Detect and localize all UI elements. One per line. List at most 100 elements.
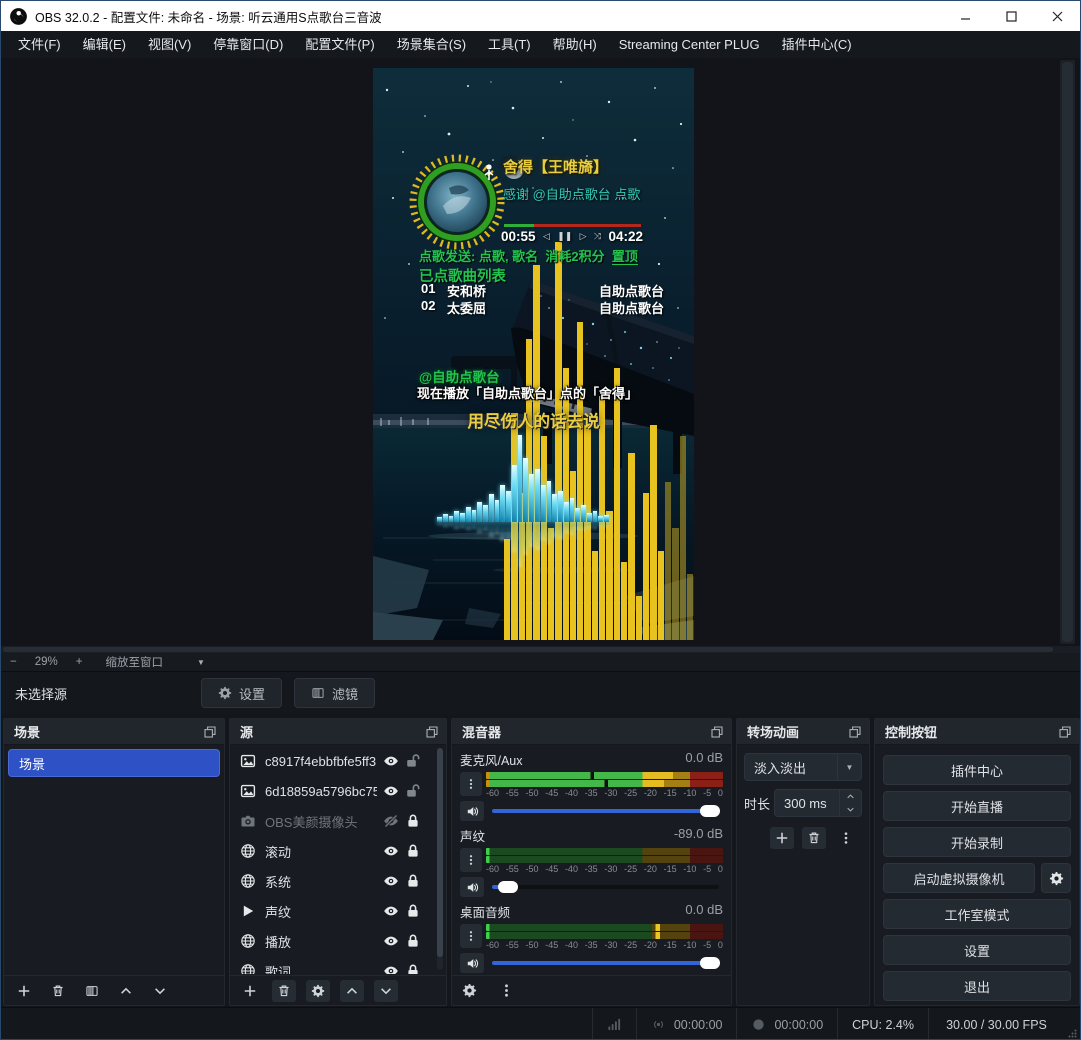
scene-item-selected[interactable]: 场景 (8, 749, 220, 777)
visible-icon[interactable] (383, 963, 399, 974)
duration-spinner[interactable]: 300 ms (774, 789, 862, 817)
scene-down-button[interactable] (148, 980, 172, 1002)
volume-slider[interactable] (492, 804, 719, 818)
resize-grip[interactable] (1064, 1008, 1080, 1040)
menu-profile[interactable]: 配置文件(P) (294, 31, 385, 58)
settings-button[interactable]: 设置 (883, 935, 1071, 965)
channel-options-button[interactable] (460, 924, 482, 948)
visible-icon[interactable] (383, 873, 399, 889)
studio-mode-button[interactable]: 工作室模式 (883, 899, 1071, 929)
scrollbar-thumb[interactable] (437, 748, 443, 957)
visible-icon[interactable] (383, 843, 399, 859)
visible-icon[interactable] (383, 753, 399, 769)
source-row[interactable]: 滚动 (230, 836, 446, 866)
locked-icon[interactable] (405, 873, 421, 889)
menu-file[interactable]: 文件(F) (7, 31, 72, 58)
hidden-icon[interactable] (383, 813, 399, 829)
program-video[interactable]: 舍得【王唯旖】 感谢 @自助点歌台 点歌 00:55 ◁ ❚❚ ▷ ⤨ 04:2… (373, 68, 694, 640)
start-recording-button[interactable]: 开始录制 (883, 827, 1071, 857)
zoom-fit-select[interactable]: 缩放至窗口 (105, 654, 163, 670)
locked-icon[interactable] (405, 813, 421, 829)
advanced-audio-icon[interactable] (462, 983, 477, 998)
chevron-up-icon (345, 984, 359, 998)
scrollbar-thumb[interactable] (3, 647, 1053, 652)
start-streaming-button[interactable]: 开始直播 (883, 791, 1071, 821)
transition-select[interactable]: 淡入淡出 ▼ (744, 753, 862, 781)
virtual-camera-settings-button[interactable] (1041, 863, 1071, 893)
locked-icon[interactable] (405, 933, 421, 949)
slider-handle[interactable] (498, 881, 518, 893)
minimize-button[interactable] (942, 1, 988, 31)
menu-edit[interactable]: 编辑(E) (72, 31, 137, 58)
add-transition-button[interactable] (770, 827, 794, 849)
chevron-down-icon[interactable]: ▼ (197, 658, 205, 667)
dock-popout-icon[interactable] (426, 726, 438, 738)
menu-help[interactable]: 帮助(H) (542, 31, 608, 58)
menu-tools[interactable]: 工具(T) (477, 31, 542, 58)
unlocked-icon[interactable] (405, 783, 421, 799)
zoom-out-button[interactable]: − (1, 656, 26, 668)
dots-icon[interactable] (499, 983, 514, 998)
mute-button[interactable] (460, 801, 484, 821)
add-source-button[interactable] (238, 980, 262, 1002)
volume-slider[interactable] (492, 880, 719, 894)
mute-button[interactable] (460, 877, 484, 897)
slider-handle[interactable] (700, 957, 720, 969)
sources-scrollbar[interactable] (437, 748, 443, 970)
remove-source-button[interactable] (272, 980, 296, 1002)
source-properties-button[interactable] (306, 980, 330, 1002)
plus-icon (775, 831, 789, 845)
menu-view[interactable]: 视图(V) (137, 31, 202, 58)
menu-scene-collection[interactable]: 场景集合(S) (386, 31, 477, 58)
mute-button[interactable] (460, 953, 484, 973)
spin-up-button[interactable] (840, 790, 861, 803)
start-virtual-camera-button[interactable]: 启动虚拟摄像机 (883, 863, 1035, 893)
dock-popout-icon[interactable] (204, 726, 216, 738)
add-scene-button[interactable] (12, 980, 36, 1002)
remove-transition-button[interactable] (802, 827, 826, 849)
locked-icon[interactable] (405, 843, 421, 859)
remove-scene-button[interactable] (46, 980, 70, 1002)
locked-icon[interactable] (405, 963, 421, 974)
plugin-center-button[interactable]: 插件中心 (883, 755, 1071, 785)
properties-button[interactable]: 设置 (201, 678, 282, 708)
source-row[interactable]: 系统 (230, 866, 446, 896)
source-row[interactable]: 歌词 (230, 956, 446, 974)
scene-filters-button[interactable] (80, 980, 104, 1002)
dock-popout-icon[interactable] (1059, 726, 1071, 738)
preview-horizontal-scrollbar[interactable] (1, 646, 1080, 653)
zoom-in-button[interactable]: + (67, 656, 92, 668)
preview-vertical-scrollbar[interactable] (1060, 60, 1075, 644)
scene-up-button[interactable] (114, 980, 138, 1002)
close-button[interactable] (1034, 1, 1080, 31)
channel-options-button[interactable] (460, 848, 482, 872)
source-down-button[interactable] (374, 980, 398, 1002)
source-row[interactable]: 6d18859a5796bc75 (230, 776, 446, 806)
spin-down-button[interactable] (840, 803, 861, 816)
menu-plugin-center[interactable]: 插件中心(C) (771, 31, 863, 58)
dock-popout-icon[interactable] (711, 726, 723, 738)
filters-button[interactable]: 滤镜 (294, 678, 375, 708)
source-row[interactable]: 声纹 (230, 896, 446, 926)
window-title: OBS 32.0.2 - 配置文件: 未命名 - 场景: 听云通用S点歌台三音波 (35, 7, 942, 26)
scrollbar-thumb[interactable] (1062, 62, 1073, 642)
maximize-button[interactable] (988, 1, 1034, 31)
unlocked-icon[interactable] (405, 753, 421, 769)
transition-options-button[interactable] (834, 827, 858, 849)
volume-slider[interactable] (492, 956, 719, 970)
preview-canvas[interactable]: 舍得【王唯旖】 感谢 @自助点歌台 点歌 00:55 ◁ ❚❚ ▷ ⤨ 04:2… (1, 58, 1080, 646)
source-row[interactable]: 播放 (230, 926, 446, 956)
exit-button[interactable]: 退出 (883, 971, 1071, 1001)
visible-icon[interactable] (383, 903, 399, 919)
dock-popout-icon[interactable] (849, 726, 861, 738)
visible-icon[interactable] (383, 783, 399, 799)
visible-icon[interactable] (383, 933, 399, 949)
source-up-button[interactable] (340, 980, 364, 1002)
source-row[interactable]: c8917f4ebbfbfe5ff3 (230, 746, 446, 776)
menu-streaming-center-plug[interactable]: Streaming Center PLUG (608, 31, 771, 58)
locked-icon[interactable] (405, 903, 421, 919)
slider-handle[interactable] (700, 805, 720, 817)
source-row[interactable]: OBS美颜摄像头 (230, 806, 446, 836)
menu-docks[interactable]: 停靠窗口(D) (202, 31, 294, 58)
channel-options-button[interactable] (460, 772, 482, 796)
